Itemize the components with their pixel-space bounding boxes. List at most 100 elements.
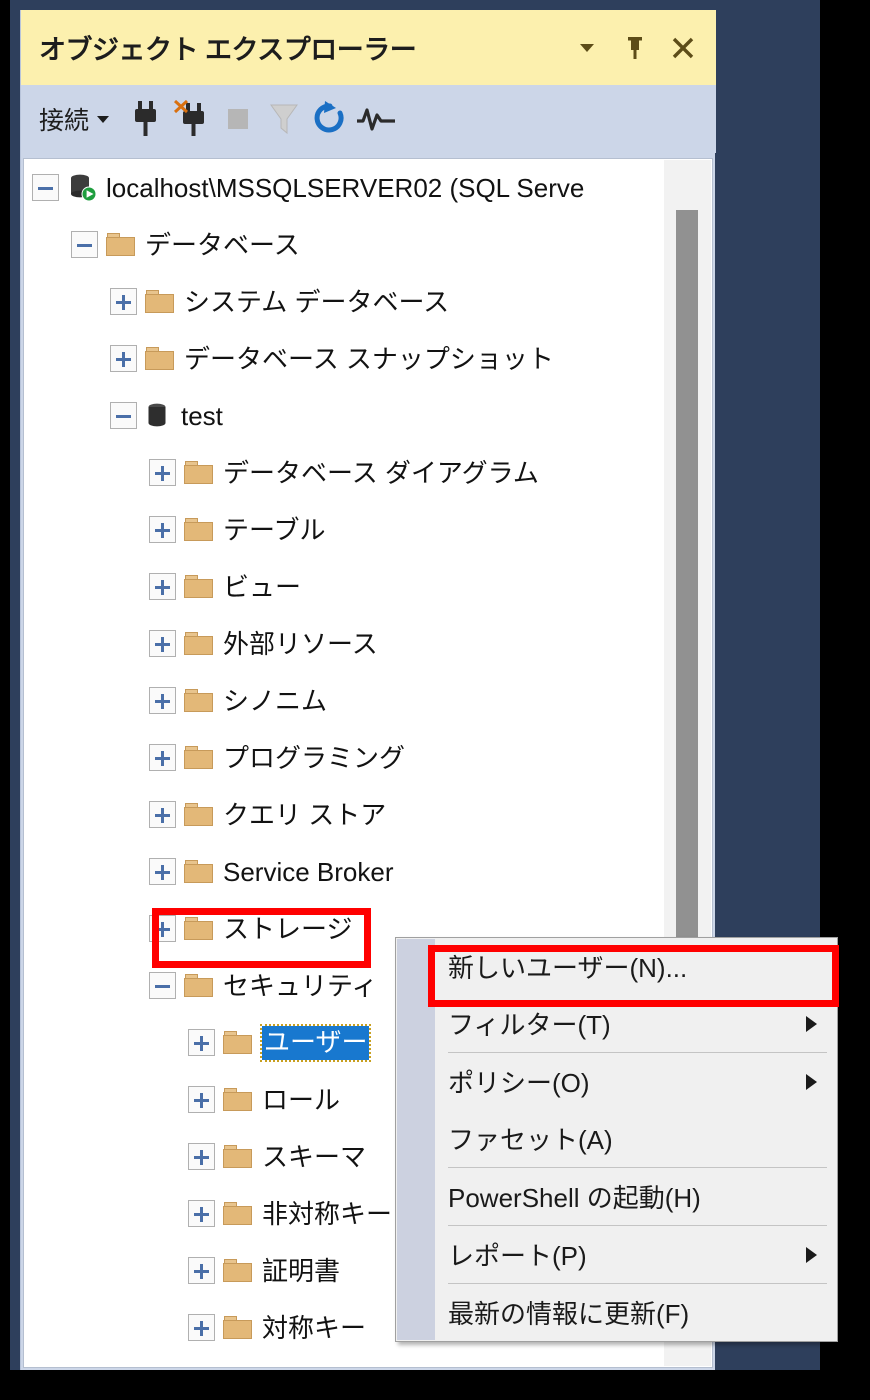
tree-toggle-plus-icon[interactable] (149, 858, 176, 885)
tree-toggle-plus-icon[interactable] (188, 1086, 215, 1113)
menu-item-facets[interactable]: ファセット(A) (396, 1110, 837, 1167)
filter-icon[interactable] (263, 97, 305, 141)
menu-item-filter[interactable]: フィルター(T) (396, 995, 837, 1052)
scrollbar-thumb[interactable] (676, 210, 698, 1020)
connect-button-label: 接続 (39, 107, 90, 135)
folder-icon (223, 1315, 253, 1340)
folder-icon (223, 1087, 253, 1112)
menu-item-label: 新しいユーザー(N)... (448, 953, 688, 983)
menu-item-label: レポート(P) (448, 1241, 587, 1271)
connect-button[interactable]: 接続 (39, 101, 111, 137)
database-icon (145, 402, 169, 430)
tree-item-test-database[interactable]: test (24, 387, 674, 444)
tree-toggle-plus-icon[interactable] (149, 687, 176, 714)
tree-toggle-plus-icon[interactable] (149, 459, 176, 486)
tree-item-label: テーブル (223, 514, 326, 545)
tree-item-label: セキュリティ (223, 970, 378, 1001)
submenu-arrow-icon (806, 1246, 817, 1263)
tree-item-label: クエリ ストア (223, 799, 387, 830)
tree-toggle-plus-icon[interactable] (188, 1200, 215, 1227)
tree-item-views[interactable]: ビュー (24, 558, 674, 615)
submenu-arrow-icon (806, 1073, 817, 1090)
pin-icon[interactable] (622, 33, 648, 63)
tree-item-label: シノニム (223, 685, 328, 716)
close-icon[interactable] (670, 33, 696, 63)
tree-item-label: 対称キー (262, 1312, 367, 1343)
tree-item-label: プログラミング (223, 742, 406, 773)
tree-item-label: 外部リソース (223, 628, 378, 659)
tree-toggle-minus-icon[interactable] (110, 402, 137, 429)
desktop-background: オブジェクト エクスプローラー 接続 localhost\MSSQLSERVER… (10, 0, 839, 1370)
menu-item-label: PowerShell の起動(H) (448, 1183, 701, 1213)
folder-icon (145, 346, 175, 371)
connect-plug-icon[interactable] (125, 97, 167, 141)
tree-item-external-resources[interactable]: 外部リソース (24, 615, 674, 672)
tree-item-synonyms[interactable]: シノニム (24, 672, 674, 729)
menu-item-policies[interactable]: ポリシー(O) (396, 1053, 837, 1110)
folder-icon (184, 745, 214, 770)
tree-toggle-plus-icon[interactable] (149, 915, 176, 942)
folder-icon (223, 1258, 253, 1283)
tree-toggle-minus-icon[interactable] (32, 174, 59, 201)
tree-item-database-snapshots[interactable]: データベース スナップショット (24, 330, 674, 387)
tree-item-database-diagrams[interactable]: データベース ダイアグラム (24, 444, 674, 501)
tree-item-label: スキーマ (262, 1141, 367, 1172)
tree-item-label: 証明書 (262, 1255, 341, 1286)
tree-item-tables[interactable]: テーブル (24, 501, 674, 558)
tree-item-service-broker[interactable]: Service Broker (24, 843, 674, 900)
menu-item-label: ポリシー(O) (448, 1068, 590, 1098)
menu-item-reports[interactable]: レポート(P) (396, 1226, 837, 1283)
folder-icon (184, 460, 214, 485)
tree-item-label: データベース ダイアグラム (223, 457, 539, 488)
menu-item-refresh[interactable]: 最新の情報に更新(F) (396, 1284, 837, 1341)
activity-monitor-icon[interactable] (355, 97, 397, 141)
menu-item-new-user[interactable]: 新しいユーザー(N)... (396, 938, 837, 995)
folder-icon (184, 859, 214, 884)
menu-item-label: フィルター(T) (448, 1010, 611, 1040)
tree-item-databases[interactable]: データベース (24, 216, 674, 273)
tree-toggle-plus-icon[interactable] (188, 1029, 215, 1056)
folder-icon (223, 1144, 253, 1169)
tree-item-server[interactable]: localhost\MSSQLSERVER02 (SQL Serve (24, 159, 674, 216)
tree-item-label: 非対称キー (262, 1198, 393, 1229)
tree-toggle-plus-icon[interactable] (188, 1257, 215, 1284)
submenu-arrow-icon (806, 1015, 817, 1032)
server-icon (67, 173, 97, 203)
tree-toggle-plus-icon[interactable] (149, 744, 176, 771)
menu-item-label: 最新の情報に更新(F) (448, 1299, 690, 1329)
menu-item-start-powershell[interactable]: PowerShell の起動(H) (396, 1168, 837, 1225)
tree-toggle-minus-icon[interactable] (149, 972, 176, 999)
tree-item-label: Service Broker (223, 856, 394, 887)
chevron-down-icon[interactable] (574, 33, 600, 63)
tree-toggle-plus-icon[interactable] (188, 1143, 215, 1170)
folder-icon (184, 973, 214, 998)
folder-icon (106, 232, 136, 257)
tree-item-label-selected: ユーザー (259, 1023, 372, 1062)
tree-toggle-plus-icon[interactable] (110, 288, 137, 315)
tree-toggle-plus-icon[interactable] (149, 801, 176, 828)
folder-icon (184, 631, 214, 656)
tree-item-label: システム データベース (184, 286, 450, 317)
tree-toggle-minus-icon[interactable] (71, 231, 98, 258)
tree-item-label: ビュー (223, 571, 302, 602)
page-title: オブジェクト エクスプローラー (39, 35, 417, 65)
tree-item-always-encrypted-keys[interactable]: Always Enc (24, 1356, 674, 1367)
folder-icon (184, 517, 214, 542)
folder-icon (145, 289, 175, 314)
tree-item-programmability[interactable]: プログラミング (24, 729, 674, 786)
disconnect-plug-icon[interactable] (171, 97, 213, 141)
tree-item-system-databases[interactable]: システム データベース (24, 273, 674, 330)
tree-toggle-plus-icon[interactable] (149, 516, 176, 543)
tree-toggle-plus-icon[interactable] (188, 1314, 215, 1341)
tree-toggle-plus-icon[interactable] (149, 573, 176, 600)
folder-icon (184, 688, 214, 713)
refresh-icon[interactable] (309, 97, 351, 141)
tree-toggle-plus-icon[interactable] (110, 345, 137, 372)
tree-item-label: test (181, 400, 223, 431)
tree-toggle-plus-icon[interactable] (149, 630, 176, 657)
folder-icon (223, 1030, 253, 1055)
object-explorer-toolbar: 接続 (21, 85, 716, 153)
tree-item-query-store[interactable]: クエリ ストア (24, 786, 674, 843)
tree-item-label: データベース (145, 229, 300, 260)
context-menu[interactable]: 新しいユーザー(N)... フィルター(T) ポリシー(O) ファセット(A) … (395, 937, 838, 1342)
